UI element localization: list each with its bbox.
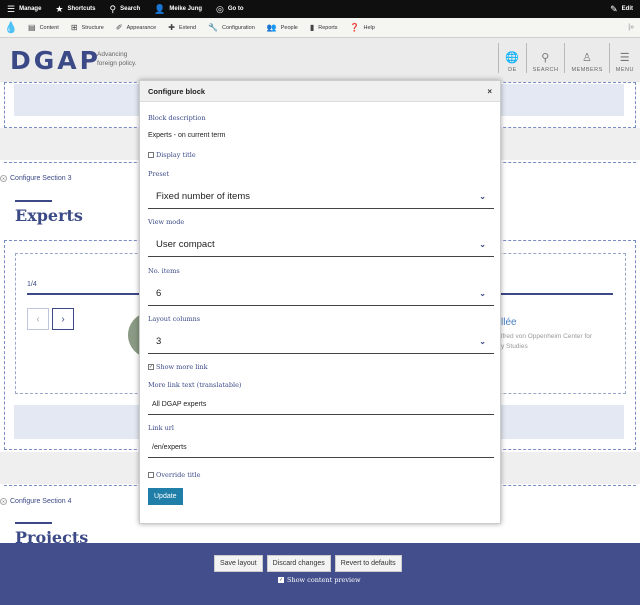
next-button[interactable]: › <box>52 308 74 330</box>
override-title-checkbox[interactable] <box>148 472 154 478</box>
chevron-down-icon: ⌄ <box>479 192 486 201</box>
tray-item-help[interactable]: ❓ Help <box>344 18 381 38</box>
tray-item-people[interactable]: 👥 People <box>261 18 304 38</box>
wrench-icon: 🔧 <box>208 23 219 32</box>
search-icon: ⚲ <box>109 3 117 14</box>
show-more-link-checkbox-row[interactable]: ✓ Show more link <box>148 363 208 371</box>
dialog-title: Configure block <box>148 86 206 96</box>
site-tagline: Advancing foreign policy. <box>97 51 137 67</box>
user-menu[interactable]: 👤 Meike Jung <box>147 0 209 18</box>
heading-accent <box>15 200 52 202</box>
expert-org: lfred von Oppenheim Center for y Studies <box>501 333 593 350</box>
tray-item-configuration[interactable]: 🔧 Configuration <box>202 18 261 38</box>
preset-select[interactable]: Fixed number of items ⌄ <box>148 185 494 209</box>
prev-button[interactable]: ‹ <box>27 308 49 330</box>
help-icon: ❓ <box>349 23 360 32</box>
menu-icon: ☰ <box>619 52 631 64</box>
block-description-value: Experts - on current term <box>148 132 226 139</box>
override-title-checkbox-row[interactable]: Override title <box>148 471 200 479</box>
pager-count: 1/4 <box>27 281 37 288</box>
chevron-right-icon: › <box>61 313 65 325</box>
display-title-checkbox-row[interactable]: Display title <box>148 151 196 159</box>
brush-icon: ✐ <box>115 23 123 32</box>
people-icon: 👥 <box>266 23 277 32</box>
heading-accent-2 <box>15 522 52 524</box>
revert-defaults-button[interactable]: Revert to defaults <box>334 555 402 572</box>
star-icon: ★ <box>55 3 64 14</box>
header-members[interactable]: ♙ MEMBERS <box>564 43 608 73</box>
puzzle-icon: ✚ <box>168 23 175 32</box>
no-items-label: No. items <box>148 267 180 275</box>
chevron-down-icon: ⌄ <box>479 289 486 298</box>
search-icon: ⚲ <box>541 52 550 64</box>
more-link-text-label: More link text (translatable) <box>148 381 242 389</box>
manage-menu[interactable]: ☰ Manage <box>0 0 48 18</box>
link-url-label: Link url <box>148 424 174 432</box>
structure-icon: ⊞ <box>70 23 78 32</box>
pager-line <box>27 293 139 295</box>
header-menu[interactable]: ☰ MENU <box>608 43 640 73</box>
display-title-checkbox[interactable] <box>148 152 154 158</box>
layout-actions: Save layout Discard changes Revert to de… <box>214 555 406 572</box>
content-preview-checkbox[interactable]: ✓ <box>278 577 284 583</box>
save-layout-button[interactable]: Save layout <box>214 555 263 572</box>
experts-heading: Experts <box>15 206 83 225</box>
drupal-logo-icon[interactable]: 💧 <box>0 18 22 38</box>
tray-collapse-button[interactable]: |» <box>628 24 640 31</box>
tray-item-appearance[interactable]: ✐ Appearance <box>110 18 162 38</box>
globe-icon: 🌐 <box>505 52 520 64</box>
edit-toggle[interactable]: ✎ Edit <box>603 0 640 18</box>
layout-columns-select[interactable]: 3 ⌄ <box>148 330 494 354</box>
goto-menu[interactable]: ◎ Go to <box>209 0 251 18</box>
link-url-input[interactable]: /en/experts <box>148 438 494 458</box>
discard-changes-button[interactable]: Discard changes <box>266 555 331 572</box>
language-switch[interactable]: 🌐 DE <box>498 43 525 73</box>
layout-actions-bar: Save layout Discard changes Revert to de… <box>0 543 640 605</box>
chevron-left-icon: ‹ <box>36 313 40 325</box>
goto-icon: ◎ <box>216 3 224 14</box>
block-description-label: Block description <box>148 114 206 122</box>
view-mode-select[interactable]: User compact ⌄ <box>148 233 494 257</box>
update-button[interactable]: Update <box>148 488 183 505</box>
preset-label: Preset <box>148 170 170 178</box>
more-link-text-input[interactable]: All DGAP experts <box>148 395 494 415</box>
chevron-down-icon: ⌄ <box>479 337 486 346</box>
pager-line-right <box>501 293 613 295</box>
pencil-icon: ✎ <box>610 3 618 14</box>
close-icon[interactable]: × <box>487 87 492 96</box>
site-header: DGAP Advancing foreign policy. 🌐 DE ⚲ SEAR… <box>0 38 640 82</box>
chevron-down-icon: ⌄ <box>479 240 486 249</box>
dialog-titlebar: Configure block × <box>140 81 500 102</box>
tray-item-content[interactable]: ▤ Content <box>22 18 65 38</box>
user-icon: ♙ <box>581 52 593 64</box>
tray-item-reports[interactable]: ▮ Reports <box>304 18 344 38</box>
no-items-select[interactable]: 6 ⌄ <box>148 282 494 306</box>
bar-chart-icon: ▮ <box>309 23 315 32</box>
shortcuts-menu[interactable]: ★ Shortcuts <box>48 0 102 18</box>
tray-item-structure[interactable]: ⊞ Structure <box>65 18 110 38</box>
content-icon: ▤ <box>28 23 36 32</box>
tray-item-extend[interactable]: ✚ Extend <box>162 18 202 38</box>
admin-tray: 💧 ▤ Content ⊞ Structure ✐ Appearance ✚ Exten… <box>0 18 640 38</box>
expert-name[interactable]: llée <box>501 317 517 328</box>
site-logo[interactable]: DGAP <box>10 46 101 75</box>
search-menu[interactable]: ⚲ Search <box>103 0 148 18</box>
content-preview-toggle[interactable]: ✓ Show content preview <box>278 576 361 584</box>
admin-toolbar: ☰ Manage ★ Shortcuts ⚲ Search 👤 Meike Jung ◎… <box>0 0 640 18</box>
hamburger-icon: ☰ <box>7 3 16 14</box>
view-mode-label: View mode <box>148 218 185 226</box>
show-more-link-checkbox[interactable]: ✓ <box>148 364 154 370</box>
header-nav: 🌐 DE ⚲ SEARCH ♙ MEMBERS ☰ MENU <box>498 43 640 73</box>
layout-columns-label: Layout columns <box>148 315 201 323</box>
header-search[interactable]: ⚲ SEARCH <box>525 43 565 73</box>
configure-block-dialog: Configure block × Block description Expe… <box>139 80 501 524</box>
user-icon: 👤 <box>154 3 166 14</box>
